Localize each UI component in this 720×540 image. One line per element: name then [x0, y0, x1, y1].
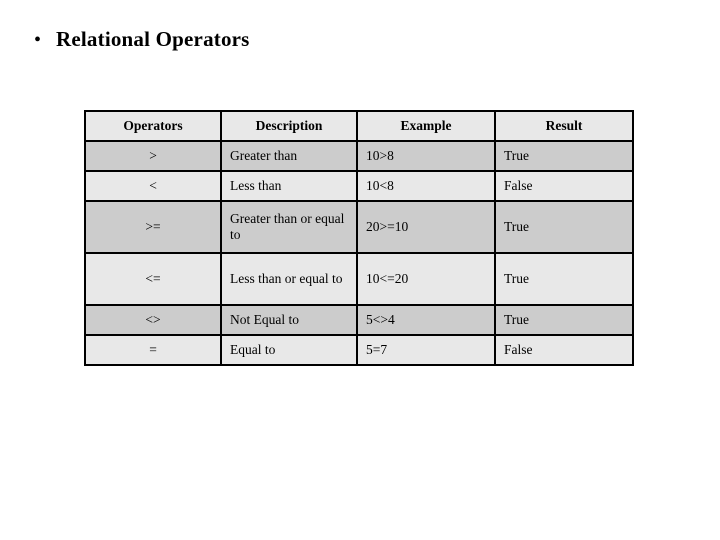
cell-description: Equal to	[220, 334, 358, 366]
cell-description: Greater than or equal to	[220, 200, 358, 254]
cell-example: 10<=20	[356, 252, 496, 306]
column-header-description: Description	[220, 110, 358, 142]
table-row: <> Not Equal to 5<>4 True	[84, 304, 634, 336]
relational-operators-table: Operators Description Example Result > G…	[84, 110, 634, 366]
cell-description: Not Equal to	[220, 304, 358, 336]
cell-example: 5=7	[356, 334, 496, 366]
cell-example: 5<>4	[356, 304, 496, 336]
cell-operator: <=	[84, 252, 222, 306]
table-row: >= Greater than or equal to 20>=10 True	[84, 200, 634, 254]
cell-example: 20>=10	[356, 200, 496, 254]
cell-result: False	[494, 334, 634, 366]
cell-description: Greater than	[220, 140, 358, 172]
cell-result: True	[494, 304, 634, 336]
relational-operators-table-wrapper: Operators Description Example Result > G…	[84, 110, 634, 366]
cell-result: True	[494, 140, 634, 172]
cell-operator: >=	[84, 200, 222, 254]
table-row: = Equal to 5=7 False	[84, 334, 634, 366]
table-row: < Less than 10<8 False	[84, 170, 634, 202]
cell-example: 10>8	[356, 140, 496, 172]
cell-result: True	[494, 200, 634, 254]
table-header: Operators Description Example Result	[84, 110, 634, 142]
slide-canvas: • Relational Operators Operators Descrip…	[0, 0, 720, 540]
table-row: > Greater than 10>8 True	[84, 140, 634, 172]
cell-example: 10<8	[356, 170, 496, 202]
slide-title-block: • Relational Operators	[30, 27, 670, 52]
cell-description: Less than	[220, 170, 358, 202]
cell-description: Less than or equal to	[220, 252, 358, 306]
column-header-example: Example	[356, 110, 496, 142]
cell-operator: <	[84, 170, 222, 202]
table-body: > Greater than 10>8 True < Less than 10<…	[84, 140, 634, 366]
cell-result: True	[494, 252, 634, 306]
table-row: <= Less than or equal to 10<=20 True	[84, 252, 634, 306]
cell-operator: =	[84, 334, 222, 366]
table-header-row: Operators Description Example Result	[84, 110, 634, 142]
cell-operator: <>	[84, 304, 222, 336]
column-header-result: Result	[494, 110, 634, 142]
cell-result: False	[494, 170, 634, 202]
page-title: Relational Operators	[56, 27, 250, 51]
column-header-operators: Operators	[84, 110, 222, 142]
cell-operator: >	[84, 140, 222, 172]
bullet-icon: •	[34, 29, 42, 51]
